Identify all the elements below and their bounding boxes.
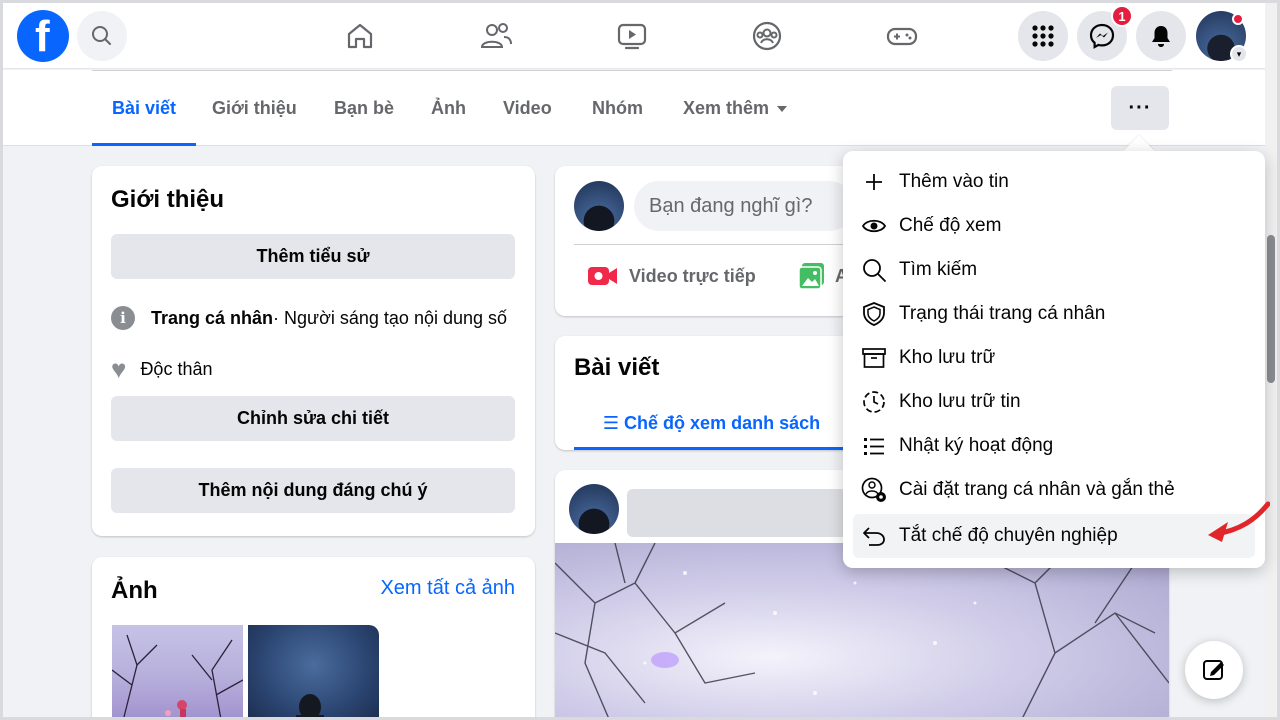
menu-item-activity-log[interactable]: Nhật ký hoạt động [853, 424, 1255, 468]
messenger-badge: 1 [1111, 5, 1133, 27]
messenger-icon [1089, 23, 1115, 49]
list-view-tab[interactable]: ☰ Chế độ xem danh sách [574, 400, 849, 450]
menu-item-add-to-story[interactable]: Thêm vào tin [853, 160, 1255, 204]
undo-icon [859, 521, 889, 551]
new-message-button[interactable] [1185, 641, 1243, 699]
tab-photos[interactable]: Ảnh [431, 70, 466, 146]
tab-friends[interactable]: Bạn bè [334, 70, 394, 146]
search-button[interactable] [77, 11, 127, 61]
friends-icon [480, 23, 512, 48]
menu-item-label: Chế độ xem [899, 215, 1002, 236]
tab-video[interactable]: Video [503, 70, 552, 146]
home-icon [347, 23, 373, 49]
menu-item-story-archive[interactable]: Kho lưu trữ tin [853, 380, 1255, 424]
notifications-button[interactable] [1136, 11, 1186, 61]
post-composer-input[interactable]: Bạn đang nghĩ gì? [634, 181, 854, 231]
menu-item-label: Kho lưu trữ [899, 347, 996, 368]
compose-icon [1203, 660, 1224, 680]
account-avatar[interactable]: ▾ [1196, 11, 1248, 63]
plus-icon [859, 167, 889, 197]
nav-friends[interactable] [461, 11, 531, 61]
posts-header-card: Bài viết ☰ Chế độ xem danh sách [555, 336, 855, 450]
archive-icon [859, 343, 889, 373]
tab-see-more[interactable]: Xem thêm [683, 70, 788, 146]
menu-item-label: Thêm vào tin [899, 171, 1009, 192]
menu-item-profile-settings[interactable]: Cài đặt trang cá nhân và gắn thẻ [853, 468, 1255, 512]
story-archive-icon [859, 387, 889, 417]
eye-icon [859, 211, 889, 241]
scrollbar[interactable] [1265, 3, 1277, 717]
add-featured-button[interactable]: Thêm nội dung đáng chú ý [111, 468, 515, 513]
profile-type-row: i Trang cá nhân · Người sáng tạo nội dun… [111, 306, 507, 330]
menu-item-label: Trạng thái trang cá nhân [899, 303, 1106, 324]
live-video-label: Video trực tiếp [629, 265, 756, 286]
menu-item-label: Cài đặt trang cá nhân và gắn thẻ [899, 479, 1175, 500]
profile-settings-icon [859, 475, 889, 505]
video-icon [617, 23, 647, 50]
profile-type-label: Trang cá nhân [151, 307, 274, 328]
blurred-post-author [627, 489, 847, 537]
profile-tabs-bar: Bài viết Giới thiệu Bạn bè Ảnh Video Nhó… [3, 70, 1265, 146]
tab-groups[interactable]: Nhóm [592, 70, 643, 146]
photo-video-button[interactable]: A [797, 256, 848, 296]
shield-icon [859, 299, 889, 329]
messenger-button[interactable]: 1 [1077, 5, 1133, 61]
see-all-photos-link[interactable]: Xem tất cả ảnh [380, 577, 515, 600]
relationship-row: ♥ Độc thân [111, 356, 212, 382]
search-icon [92, 26, 111, 45]
menu-item-search[interactable]: Tìm kiếm [853, 248, 1255, 292]
tab-posts[interactable]: Bài viết [91, 70, 197, 146]
menu-item-profile-status[interactable]: Trạng thái trang cá nhân [853, 292, 1255, 336]
nav-groups[interactable] [732, 11, 802, 61]
activity-list-icon [859, 431, 889, 461]
gamepad-icon [886, 27, 918, 46]
photo-thumbnail[interactable] [248, 625, 379, 720]
avatar[interactable] [574, 181, 624, 231]
relationship-status: Độc thân [140, 358, 213, 379]
search-icon [859, 255, 889, 285]
grid-menu-icon [1032, 25, 1054, 47]
scrollbar-thumb[interactable] [1267, 235, 1275, 383]
info-icon: i [111, 306, 135, 330]
composer-card: Bạn đang nghĩ gì? Video trực tiếp A [555, 166, 864, 316]
intro-title: Giới thiệu [111, 186, 225, 213]
chevron-down-icon: ▾ [1230, 45, 1248, 63]
photo-icon [798, 263, 824, 290]
tab-see-more-label: Xem thêm [683, 98, 770, 118]
groups-icon [752, 21, 782, 51]
posts-title: Bài viết [574, 354, 660, 381]
divider [574, 244, 864, 245]
menu-item-turn-off-professional-mode[interactable]: Tắt chế độ chuyên nghiệp [853, 514, 1255, 558]
profile-type-desc: · Người sáng tạo nội dung số [273, 307, 508, 328]
edit-details-button[interactable]: Chỉnh sửa chi tiết [111, 396, 515, 441]
intro-card: Giới thiệu Thêm tiểu sử i Trang cá nhân … [92, 166, 535, 536]
menu-button[interactable] [1018, 11, 1068, 61]
tab-about[interactable]: Giới thiệu [212, 70, 297, 146]
nav-home[interactable] [325, 11, 395, 61]
facebook-logo[interactable]: f [17, 10, 69, 62]
post-image[interactable] [555, 542, 1169, 720]
caret-down-icon [777, 106, 788, 113]
live-video-icon [588, 267, 617, 285]
menu-item-label: Nhật ký hoạt động [899, 435, 1054, 456]
menu-item-label: Tìm kiếm [899, 259, 978, 280]
nav-gaming[interactable] [867, 11, 937, 61]
annotation-arrow [1208, 501, 1270, 542]
photos-title: Ảnh [111, 577, 158, 604]
photo-thumbnail[interactable] [112, 625, 243, 720]
menu-item-archive[interactable]: Kho lưu trữ [853, 336, 1255, 380]
menu-item-label: Kho lưu trữ tin [899, 391, 1021, 412]
add-bio-button[interactable]: Thêm tiểu sử [111, 234, 515, 279]
menu-item-label: Tắt chế độ chuyên nghiệp [899, 525, 1118, 546]
more-options-button[interactable]: ··· [1111, 86, 1169, 130]
nav-watch[interactable] [597, 11, 667, 61]
notification-dot [1232, 13, 1244, 25]
top-navigation: f 1 ▾ [3, 3, 1265, 69]
avatar[interactable] [569, 484, 619, 534]
photos-card: Ảnh Xem tất cả ảnh [92, 557, 535, 720]
live-video-button[interactable]: Video trực tiếp [587, 256, 756, 296]
menu-item-view-as[interactable]: Chế độ xem [853, 204, 1255, 248]
bell-icon [1152, 26, 1170, 47]
heart-icon: ♥ [111, 354, 127, 384]
